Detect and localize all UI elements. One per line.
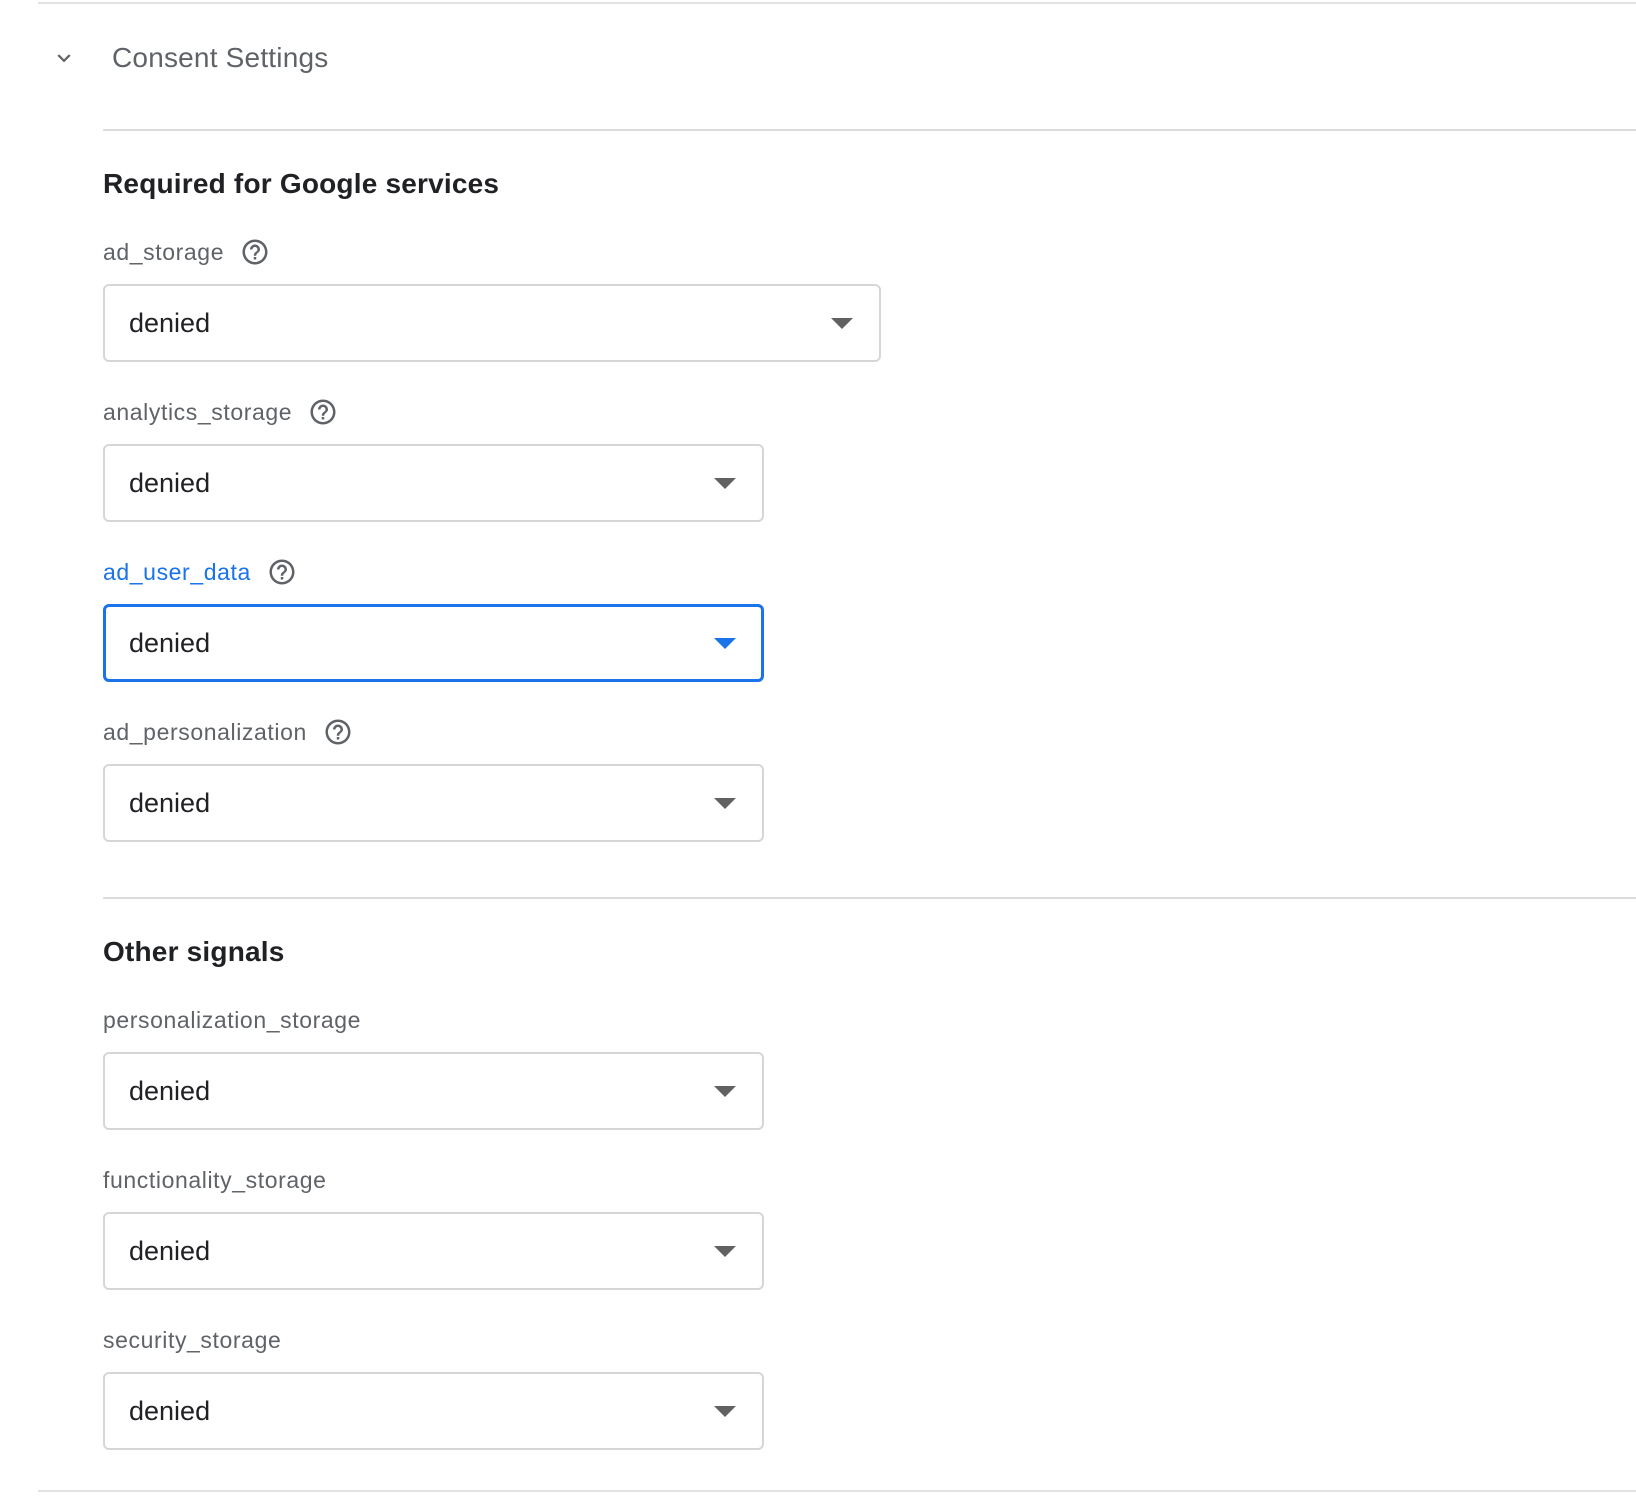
help-icon[interactable] — [267, 557, 297, 587]
field-label: functionality_storage — [103, 1166, 327, 1193]
field-personalization-storage: personalization_storage denied — [103, 1002, 764, 1130]
field-functionality-storage: functionality_storage denied — [103, 1162, 764, 1290]
section-title: Consent Settings — [112, 42, 329, 73]
ad-personalization-select[interactable]: denied — [103, 764, 764, 842]
functionality-storage-select[interactable]: denied — [103, 1212, 764, 1290]
group-divider — [103, 129, 1636, 131]
bottom-divider — [38, 1490, 1636, 1492]
field-label: ad_user_data — [103, 558, 251, 585]
dropdown-arrow-icon — [831, 318, 853, 329]
help-icon[interactable] — [323, 717, 353, 747]
field-label: ad_personalization — [103, 718, 307, 745]
field-ad-user-data: ad_user_data denied — [103, 554, 764, 682]
field-ad-personalization: ad_personalization denied — [103, 714, 764, 842]
help-icon[interactable] — [240, 237, 270, 267]
group-divider — [103, 897, 1636, 899]
dropdown-arrow-icon — [714, 1086, 736, 1097]
dropdown-arrow-icon — [714, 798, 736, 809]
dropdown-arrow-icon — [714, 638, 736, 649]
select-value: denied — [129, 1395, 211, 1426]
field-ad-storage: ad_storage denied — [103, 234, 881, 362]
field-label: personalization_storage — [103, 1006, 362, 1033]
select-value: denied — [129, 307, 211, 338]
analytics-storage-select[interactable]: denied — [103, 444, 764, 522]
ad-storage-select[interactable]: denied — [103, 284, 881, 362]
group-title-required: Required for Google services — [103, 168, 500, 199]
field-label: ad_storage — [103, 238, 225, 265]
select-value: denied — [129, 1075, 211, 1106]
top-divider — [38, 2, 1636, 4]
field-label: analytics_storage — [103, 398, 293, 425]
security-storage-select[interactable]: denied — [103, 1372, 764, 1450]
field-security-storage: security_storage denied — [103, 1322, 764, 1450]
select-value: denied — [129, 627, 211, 658]
dropdown-arrow-icon — [714, 1406, 736, 1417]
dropdown-arrow-icon — [714, 478, 736, 489]
field-label: security_storage — [103, 1326, 282, 1353]
ad-user-data-select[interactable]: denied — [103, 604, 764, 682]
select-value: denied — [129, 1235, 211, 1266]
help-icon[interactable] — [308, 397, 338, 427]
select-value: denied — [129, 787, 211, 818]
chevron-down-icon[interactable] — [42, 36, 86, 80]
personalization-storage-select[interactable]: denied — [103, 1052, 764, 1130]
dropdown-arrow-icon — [714, 1246, 736, 1257]
select-value: denied — [129, 467, 211, 498]
field-analytics-storage: analytics_storage denied — [103, 394, 764, 522]
group-title-other-signals: Other signals — [103, 936, 285, 967]
consent-settings-header[interactable]: Consent Settings — [40, 30, 328, 86]
